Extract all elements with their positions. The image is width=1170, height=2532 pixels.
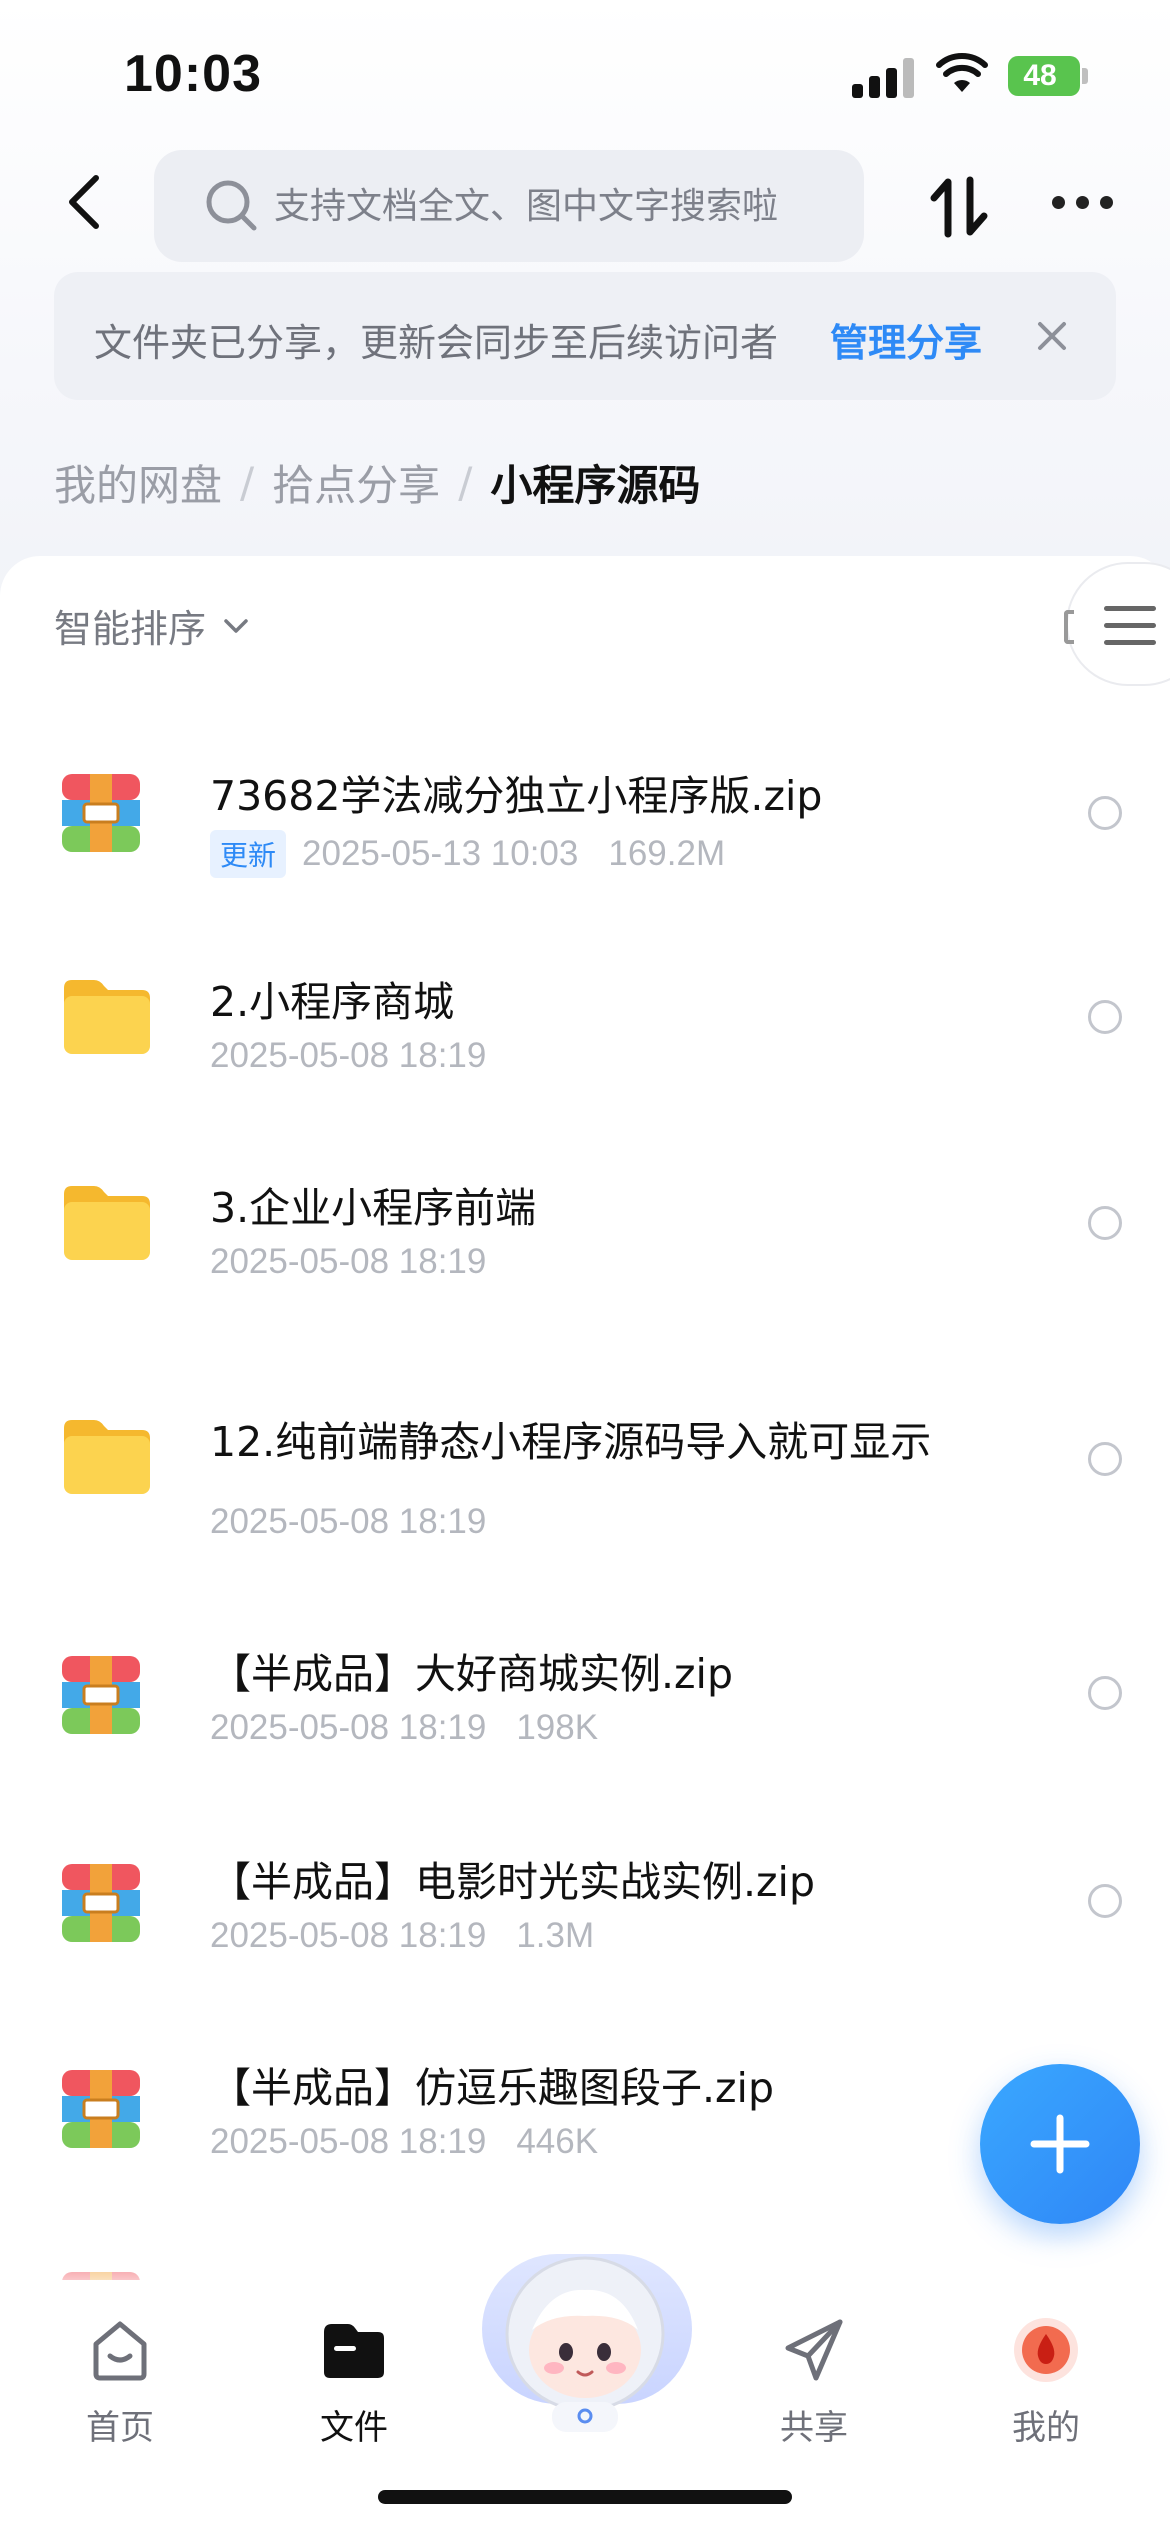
home-icon — [93, 2321, 147, 2381]
select-checkbox[interactable] — [1088, 1676, 1122, 1710]
file-size: 446K — [516, 2122, 599, 2161]
select-checkbox[interactable] — [1088, 796, 1122, 830]
folder-icon — [324, 2324, 384, 2378]
smart-sort-dropdown[interactable]: 智能排序 — [54, 598, 250, 653]
file-name: 【半成品】大好商城实例.zip — [210, 1650, 733, 1698]
smart-sort-label: 智能排序 — [54, 607, 207, 651]
file-meta: 2025-05-08 18:19 446K — [210, 2122, 598, 2162]
zip-archive-icon — [62, 1864, 140, 1942]
breadcrumb-item-my-drive[interactable]: 我的网盘 — [54, 452, 222, 513]
tab-profile[interactable]: 我的 — [966, 2298, 1126, 2448]
file-row[interactable]: 【半成品】电影时光实战实例.zip 2025-05-08 18:19 1.3M — [0, 1828, 1170, 1978]
zip-archive-icon — [62, 2070, 140, 2148]
select-checkbox[interactable] — [1088, 1442, 1122, 1476]
folder-icon — [64, 1420, 150, 1494]
file-name: 【半成品】仿逗乐趣图段子.zip — [210, 2064, 774, 2112]
updated-badge: 更新 — [210, 830, 287, 878]
chevron-down-icon — [224, 618, 248, 633]
tab-share[interactable]: 共享 — [734, 2298, 894, 2448]
file-row[interactable]: 2.小程序商城 2025-05-08 18:19 — [0, 950, 1170, 1100]
search-input[interactable] — [274, 150, 834, 262]
tab-home[interactable]: 首页 — [40, 2298, 200, 2448]
search-bar[interactable] — [154, 150, 864, 262]
cellular-signal-icon — [852, 56, 916, 98]
mascot-icon[interactable] — [490, 2238, 680, 2438]
folder-icon — [64, 980, 150, 1054]
add-fab-button[interactable] — [980, 2064, 1140, 2224]
battery-icon: 48 — [1008, 56, 1080, 96]
file-row[interactable]: 12.纯前端静态小程序源码导入就可显示 2025-05-08 18:19 — [0, 1390, 1170, 1570]
breadcrumb-separator: / — [458, 458, 473, 507]
breadcrumb-separator: / — [240, 458, 255, 507]
file-size: 198K — [516, 1708, 599, 1747]
paper-plane-icon — [785, 2319, 843, 2381]
file-date: 2025-05-08 18:19 — [210, 1036, 487, 1075]
tab-files[interactable]: 文件 — [274, 2298, 434, 2448]
manage-share-link[interactable]: 管理分享 — [830, 312, 982, 367]
file-row[interactable]: 【半成品】大好商城实例.zip 2025-05-08 18:19 198K — [0, 1620, 1170, 1770]
wifi-icon — [936, 53, 988, 92]
file-size: 169.2M — [608, 834, 726, 873]
status-time: 10:03 — [124, 45, 262, 103]
profile-drop-icon — [1014, 2318, 1078, 2382]
menu-lines-icon — [1104, 606, 1156, 646]
plus-icon — [1030, 2114, 1090, 2174]
file-name: 73682学法减分独立小程序版.zip — [210, 772, 823, 820]
file-name: 12.纯前端静态小程序源码导入就可显示 — [210, 1418, 932, 1466]
select-checkbox[interactable] — [1088, 1000, 1122, 1034]
share-banner: 文件夹已分享，更新会同步至后续访问者 管理分享 — [54, 272, 1116, 400]
tab-label: 文件 — [320, 2408, 388, 2448]
breadcrumb-item-current: 小程序源码 — [490, 461, 701, 510]
file-size: 1.3M — [516, 1916, 595, 1955]
file-name: 2.小程序商城 — [210, 978, 455, 1026]
file-name: 3.企业小程序前端 — [210, 1184, 537, 1232]
grid-view-icon — [1064, 610, 1074, 644]
tab-label: 共享 — [780, 2408, 848, 2448]
tab-label: 我的 — [1012, 2408, 1080, 2448]
file-meta: 2025-05-08 18:19 — [210, 1036, 486, 1076]
file-date: 2025-05-08 18:19 — [210, 2122, 487, 2161]
home-indicator — [378, 2490, 792, 2504]
file-row[interactable]: 3.企业小程序前端 2025-05-08 18:19 — [0, 1156, 1170, 1306]
file-meta: 2025-05-08 18:19 1.3M — [210, 1916, 594, 1956]
file-date: 2025-05-08 18:19 — [210, 1708, 487, 1747]
select-checkbox[interactable] — [1088, 1206, 1122, 1240]
zip-archive-icon — [62, 774, 140, 852]
file-row[interactable]: 73682学法减分独立小程序版.zip 更新 2025-05-13 10:03 … — [0, 730, 1170, 890]
share-banner-text: 文件夹已分享，更新会同步至后续访问者 — [94, 321, 779, 365]
file-date: 2025-05-08 18:19 — [210, 1502, 487, 1541]
file-date: 2025-05-13 10:03 — [302, 834, 579, 873]
file-name: 【半成品】电影时光实战实例.zip — [210, 1858, 815, 1906]
file-meta: 2025-05-08 18:19 — [210, 1242, 486, 1282]
folder-icon — [64, 1186, 150, 1260]
tab-label: 首页 — [86, 2408, 154, 2448]
file-date: 2025-05-08 18:19 — [210, 1916, 487, 1955]
more-options-icon[interactable] — [1052, 196, 1114, 216]
file-meta: 更新 2025-05-13 10:03 169.2M — [210, 830, 725, 878]
search-icon — [206, 180, 257, 231]
breadcrumb-item-share[interactable]: 拾点分享 — [272, 452, 440, 513]
file-date: 2025-05-08 18:19 — [210, 1242, 487, 1281]
select-checkbox[interactable] — [1088, 1884, 1122, 1918]
battery-cap — [1082, 68, 1088, 84]
zip-archive-icon — [62, 1656, 140, 1734]
back-arrow-icon[interactable] — [60, 172, 114, 232]
sort-arrows-icon[interactable] — [926, 174, 992, 240]
file-meta: 2025-05-08 18:19 — [210, 1502, 486, 1542]
breadcrumb: 我的网盘 / 拾点分享 / 小程序源码 — [54, 452, 700, 513]
file-meta: 2025-05-08 18:19 198K — [210, 1708, 598, 1748]
close-icon[interactable] — [1030, 314, 1074, 358]
